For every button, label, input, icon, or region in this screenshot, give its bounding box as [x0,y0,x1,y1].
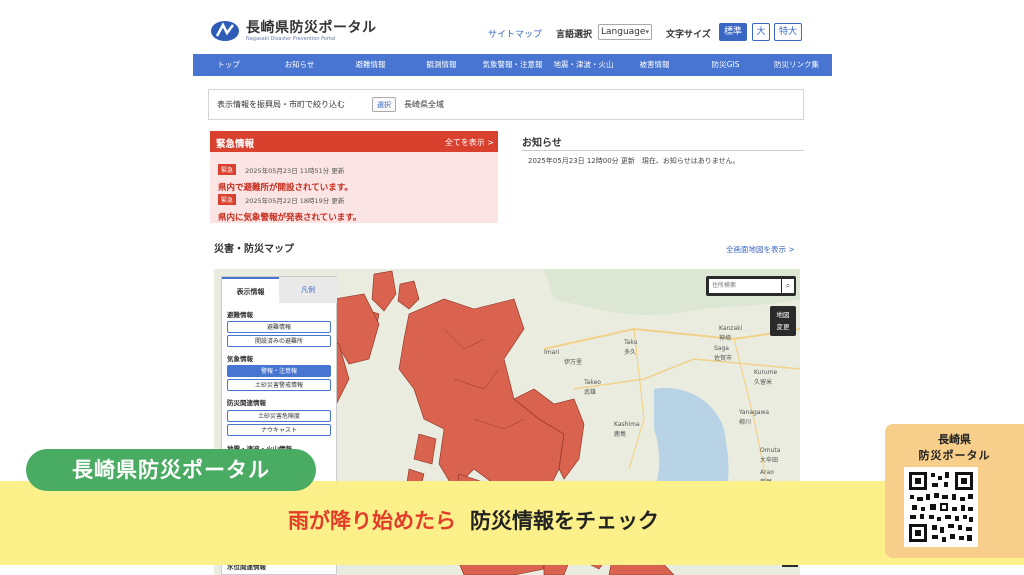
emergency-item[interactable]: 緊急 2025年05月23日 11時51分 更新 県内で避難所が開設されています… [218,159,353,193]
map-place-label: Kashima [614,421,640,428]
map-place-label: Yanagawa [739,409,770,416]
nav-item-notice[interactable]: お知らせ [264,54,335,76]
nav-item-evacuation[interactable]: 避難情報 [335,54,406,76]
caption-slogan: 雨が降り始めたら 防災情報をチェック [288,505,659,535]
map-place-label: Taku [624,339,638,346]
font-size-standard-button[interactable]: 標準 [719,23,747,41]
qr-title-line1: 長崎県 [938,433,971,446]
map-place-label: Kanzaki [719,325,743,332]
nav-item-damage[interactable]: 被害情報 [619,54,690,76]
map-place-label: 鹿島 [614,431,627,438]
area-filter: 表示情報を振興局・市町で絞り込む 選択 長崎県全域 [208,89,804,120]
notice-divider [522,150,804,151]
layer-landslide-risk-button[interactable]: 土砂災害危険度 [227,410,331,422]
language-label: 言語選択 [556,30,593,40]
slogan-red-text: 雨が降り始めたら [288,509,456,533]
map-change-button[interactable]: 地図 変更 [770,306,796,336]
logo-title: 長崎県防災ポータル [246,19,377,36]
map-place-label: 伊万里 [564,359,583,366]
map-place-label: 大牟田 [760,457,779,464]
qr-code[interactable] [904,467,978,547]
font-size-large-button[interactable]: 大 [752,23,770,41]
qr-code-icon [904,467,978,547]
portal-page: 長崎県防災ポータル Nagasaki Disaster Prevention P… [0,0,1024,575]
qr-title-line2: 防災ポータル [918,449,991,462]
full-screen-map-link[interactable]: 全画面地図を表示 > [726,244,795,255]
emergency-view-all-link[interactable]: 全てを表示 > [445,137,494,148]
map-place-label: 多久 [624,349,637,356]
emergency-panel: 緊急情報 全てを表示 > 緊急 2025年05月23日 11時51分 更新 県内… [210,131,498,223]
layer-evacuation-button[interactable]: 避難情報 [227,321,331,333]
font-size-label: 文字サイズ [666,30,711,40]
map-place-label: Kurume [754,369,778,376]
emergency-header: 緊急情報 全てを表示 > [210,131,498,152]
emergency-badge: 緊急 [218,194,237,205]
portal-name-tag: 長崎県防災ポータル [26,449,316,491]
map-place-label: 神埼 [719,335,732,342]
sitemap-link[interactable]: サイトマップ [488,27,542,40]
filter-value: 長崎県全域 [404,100,444,109]
font-size-xlarge-button[interactable]: 特大 [774,23,802,41]
tab-display-info[interactable]: 表示情報 [222,277,279,305]
emergency-badge: 緊急 [218,164,237,175]
logo-subtitle: Nagasaki Disaster Prevention Portal [246,35,336,42]
chevron-down-icon: ▾ [645,28,649,36]
layer-warnings-button[interactable]: 警報・注意報 [227,365,331,377]
map-place-label: Imari [544,349,560,356]
map-place-label: 柳川 [739,419,752,426]
emergency-text: 県内に気象警報が発表されています。 [218,213,362,223]
layer-nowcast-button[interactable]: ナウキャスト [227,424,331,436]
main-nav: トップ お知らせ 避難情報 観測情報 気象警報・注意報 地震・津波・火山 被害情… [193,54,832,76]
map-change-label: 地図 [776,311,790,319]
layer-open-shelters-button[interactable]: 開設済みの避難所 [227,335,331,347]
language-select-value: Language [601,27,646,37]
map-place-label: Omuta [760,447,781,454]
notice-title: お知らせ [522,138,562,149]
emergency-item[interactable]: 緊急 2025年05月22日 18時19分 更新 県内に気象警報が発表されていま… [218,189,361,223]
address-search-input[interactable]: 住所検索 [709,279,781,293]
filter-select-button[interactable]: 選択 [372,97,396,112]
panel-section-title: 防災関連情報 [227,399,266,407]
emergency-time: 2025年05月22日 18時19分 更新 [245,196,345,205]
qr-card: 長崎県 防災ポータル [885,424,1024,558]
emergency-time: 2025年05月23日 11時51分 更新 [245,166,345,175]
nav-item-top[interactable]: トップ [193,54,264,76]
tab-legend[interactable]: 凡例 [279,277,337,303]
panel-section-title: 気象情報 [227,355,253,363]
language-select[interactable]: Language ▾ [598,24,652,40]
nav-item-weather-warnings[interactable]: 気象警報・注意報 [477,54,548,76]
search-icon[interactable]: ⌕ [782,279,794,293]
map-place-label: Saga [714,345,729,352]
emergency-title: 緊急情報 [216,139,255,150]
layer-landslide-alert-button[interactable]: 土砂災害警戒情報 [227,379,331,391]
map-place-label: 武雄 [584,389,597,396]
map-place-label: Takeo [584,379,601,386]
map-address-search: 住所検索 ⌕ [706,276,796,296]
filter-label: 表示情報を振興局・市町で絞り込む [217,100,345,109]
map-section-title: 災害・防災マップ [214,244,294,255]
panel-section-title: 避難情報 [227,311,253,319]
nav-item-gis[interactable]: 防災GIS [690,54,761,76]
nav-item-observation[interactable]: 観測情報 [406,54,477,76]
map-place-label: 佐賀市 [714,355,733,362]
map-place-label: 久留米 [754,379,773,386]
nav-item-links[interactable]: 防災リンク集 [761,54,832,76]
notice-text: 2025年05月23日 12時00分 更新 現在、お知らせはありません。 [528,157,740,165]
logo-mark-icon [211,21,239,41]
slogan-dark-text: 防災情報をチェック [470,509,659,533]
nav-item-earthquake[interactable]: 地震・津波・火山 [548,54,619,76]
site-logo[interactable]: 長崎県防災ポータル Nagasaki Disaster Prevention P… [210,18,400,44]
map-place-label: Arao [760,469,774,476]
map-change-label: 変更 [776,323,790,331]
